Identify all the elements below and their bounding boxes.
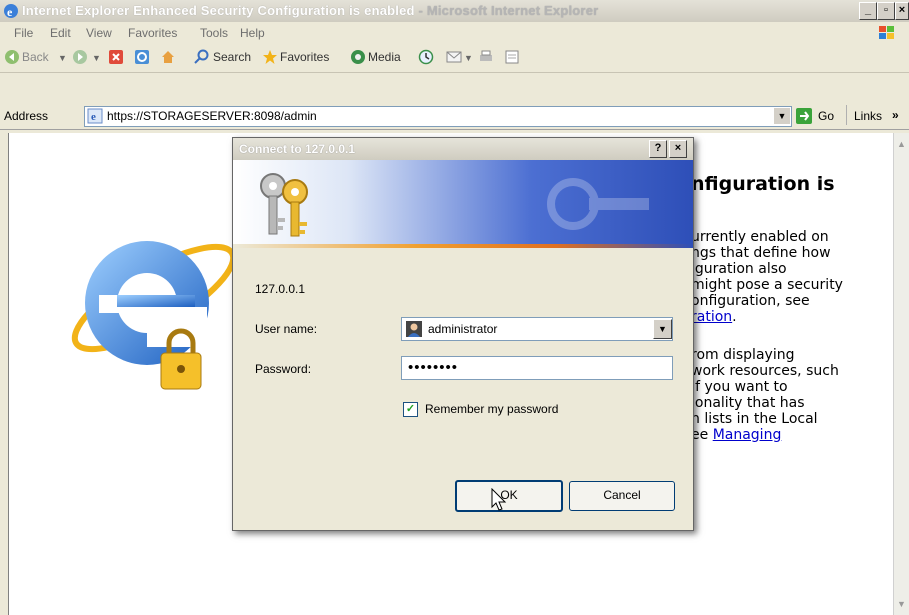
back-dropdown-icon[interactable]: ▼ <box>58 53 67 63</box>
dialog-help-button[interactable]: ? <box>649 140 667 158</box>
address-bar: Address e https://STORAGESERVER:8098/adm… <box>0 103 909 130</box>
password-value: •••••••• <box>408 359 459 376</box>
home-icon[interactable] <box>160 49 176 65</box>
stop-icon[interactable] <box>108 49 124 65</box>
links-chevron-icon[interactable]: » <box>892 108 899 122</box>
history-icon[interactable] <box>418 49 434 65</box>
address-dropdown-button[interactable]: ▼ <box>773 108 790 124</box>
menu-edit[interactable]: Edit <box>50 26 71 40</box>
banner-accent-line <box>233 244 693 248</box>
address-label: Address <box>4 109 49 123</box>
username-label: User name: <box>255 322 318 336</box>
browser-title-bar: e Internet Explorer Enhanced Security Co… <box>0 0 909 22</box>
search-icon[interactable] <box>194 49 210 65</box>
menu-file[interactable]: File <box>14 26 33 40</box>
links-button[interactable]: Links <box>854 109 882 123</box>
mouse-cursor-icon <box>491 487 507 512</box>
page-icon: e <box>87 108 103 124</box>
favorites-icon[interactable] <box>262 49 278 65</box>
dialog-title-bar: Connect to 127.0.0.1 ? × <box>233 138 693 160</box>
back-icon[interactable] <box>4 49 20 65</box>
username-field[interactable]: administrator ▼ <box>401 317 673 341</box>
maximize-button[interactable]: ▫ <box>877 2 895 20</box>
toolbar-divider <box>846 105 847 125</box>
close-window-button[interactable]: × <box>895 2 909 20</box>
configuration-link[interactable]: ration <box>691 309 732 325</box>
window-title: Internet Explorer Enhanced Security Conf… <box>22 3 599 18</box>
standard-toolbar: Back ▼ ▼ Search Favorites Media ▼ <box>0 44 909 73</box>
remember-password-checkbox[interactable]: ✓ <box>403 402 418 417</box>
forward-icon[interactable] <box>72 49 88 65</box>
address-url: https://STORAGESERVER:8098/admin <box>107 109 317 123</box>
user-icon <box>406 321 422 337</box>
dialog-close-button[interactable]: × <box>669 140 687 158</box>
minimize-button[interactable]: _ <box>859 2 877 20</box>
connect-dialog: Connect to 127.0.0.1 ? × 127.0.0.1 User … <box>232 137 694 531</box>
address-field[interactable]: e https://STORAGESERVER:8098/admin ▼ <box>84 106 792 127</box>
menu-help[interactable]: Help <box>240 26 265 40</box>
menu-tools[interactable]: Tools <box>200 26 228 40</box>
username-dropdown-button[interactable]: ▼ <box>653 319 672 339</box>
menu-view[interactable]: View <box>86 26 112 40</box>
ie-icon: e <box>3 3 19 19</box>
media-button[interactable]: Media <box>368 50 401 64</box>
dialog-banner <box>233 160 693 248</box>
mail-dropdown-icon[interactable]: ▼ <box>464 53 473 63</box>
refresh-icon[interactable] <box>134 49 150 65</box>
username-value: administrator <box>428 322 498 336</box>
scroll-up-icon[interactable]: ▲ <box>897 139 906 149</box>
ie-logo-icon <box>59 203 249 423</box>
forward-dropdown-icon[interactable]: ▼ <box>92 53 101 63</box>
password-field[interactable]: •••••••• <box>401 356 673 380</box>
banner-watermark-icon <box>533 164 653 244</box>
paragraph-1: urrently enabled on ngs that define how … <box>691 229 843 325</box>
paragraph-2: rom displaying work resources, such If y… <box>691 347 839 443</box>
managing-link[interactable]: Managing <box>713 427 782 443</box>
page-heading: nfiguration is <box>691 173 835 195</box>
menu-favorites[interactable]: Favorites <box>128 26 177 40</box>
go-icon[interactable] <box>795 107 813 125</box>
svg-text:e: e <box>91 111 96 123</box>
go-button[interactable]: Go <box>818 109 834 123</box>
remember-password-label[interactable]: Remember my password <box>425 402 558 416</box>
scroll-down-icon[interactable]: ▼ <box>897 599 906 609</box>
menu-bar: File Edit View Favorites Tools Help <box>0 22 909 45</box>
edit-icon[interactable] <box>504 49 520 65</box>
keys-icon <box>251 166 321 242</box>
print-icon[interactable] <box>478 49 494 65</box>
dialog-title: Connect to 127.0.0.1 <box>239 142 356 156</box>
favorites-button[interactable]: Favorites <box>280 50 329 64</box>
back-button[interactable]: Back <box>22 50 49 64</box>
server-name-text: 127.0.0.1 <box>255 282 306 296</box>
windows-flag-icon <box>876 24 898 42</box>
media-icon[interactable] <box>350 49 366 65</box>
svg-text:e: e <box>7 5 13 19</box>
mail-icon[interactable] <box>446 49 462 65</box>
ok-button[interactable]: OK <box>455 480 563 512</box>
cancel-button[interactable]: Cancel <box>569 481 675 511</box>
password-label: Password: <box>255 362 312 376</box>
vertical-scrollbar[interactable]: ▲ ▼ <box>893 133 909 615</box>
search-button[interactable]: Search <box>213 50 251 64</box>
